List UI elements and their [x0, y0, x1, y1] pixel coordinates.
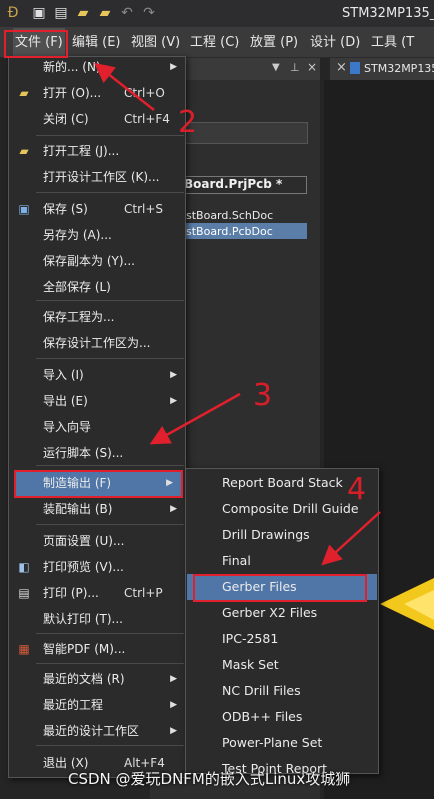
step-3-label: 3 — [253, 378, 273, 413]
annotation-arrows — [94, 62, 381, 566]
step-4-label: 4 — [347, 472, 367, 507]
step-2-label: 2 — [178, 105, 198, 140]
watermark: CSDN @爱玩DNFM的嵌入式Linux攻城狮 — [68, 770, 351, 788]
